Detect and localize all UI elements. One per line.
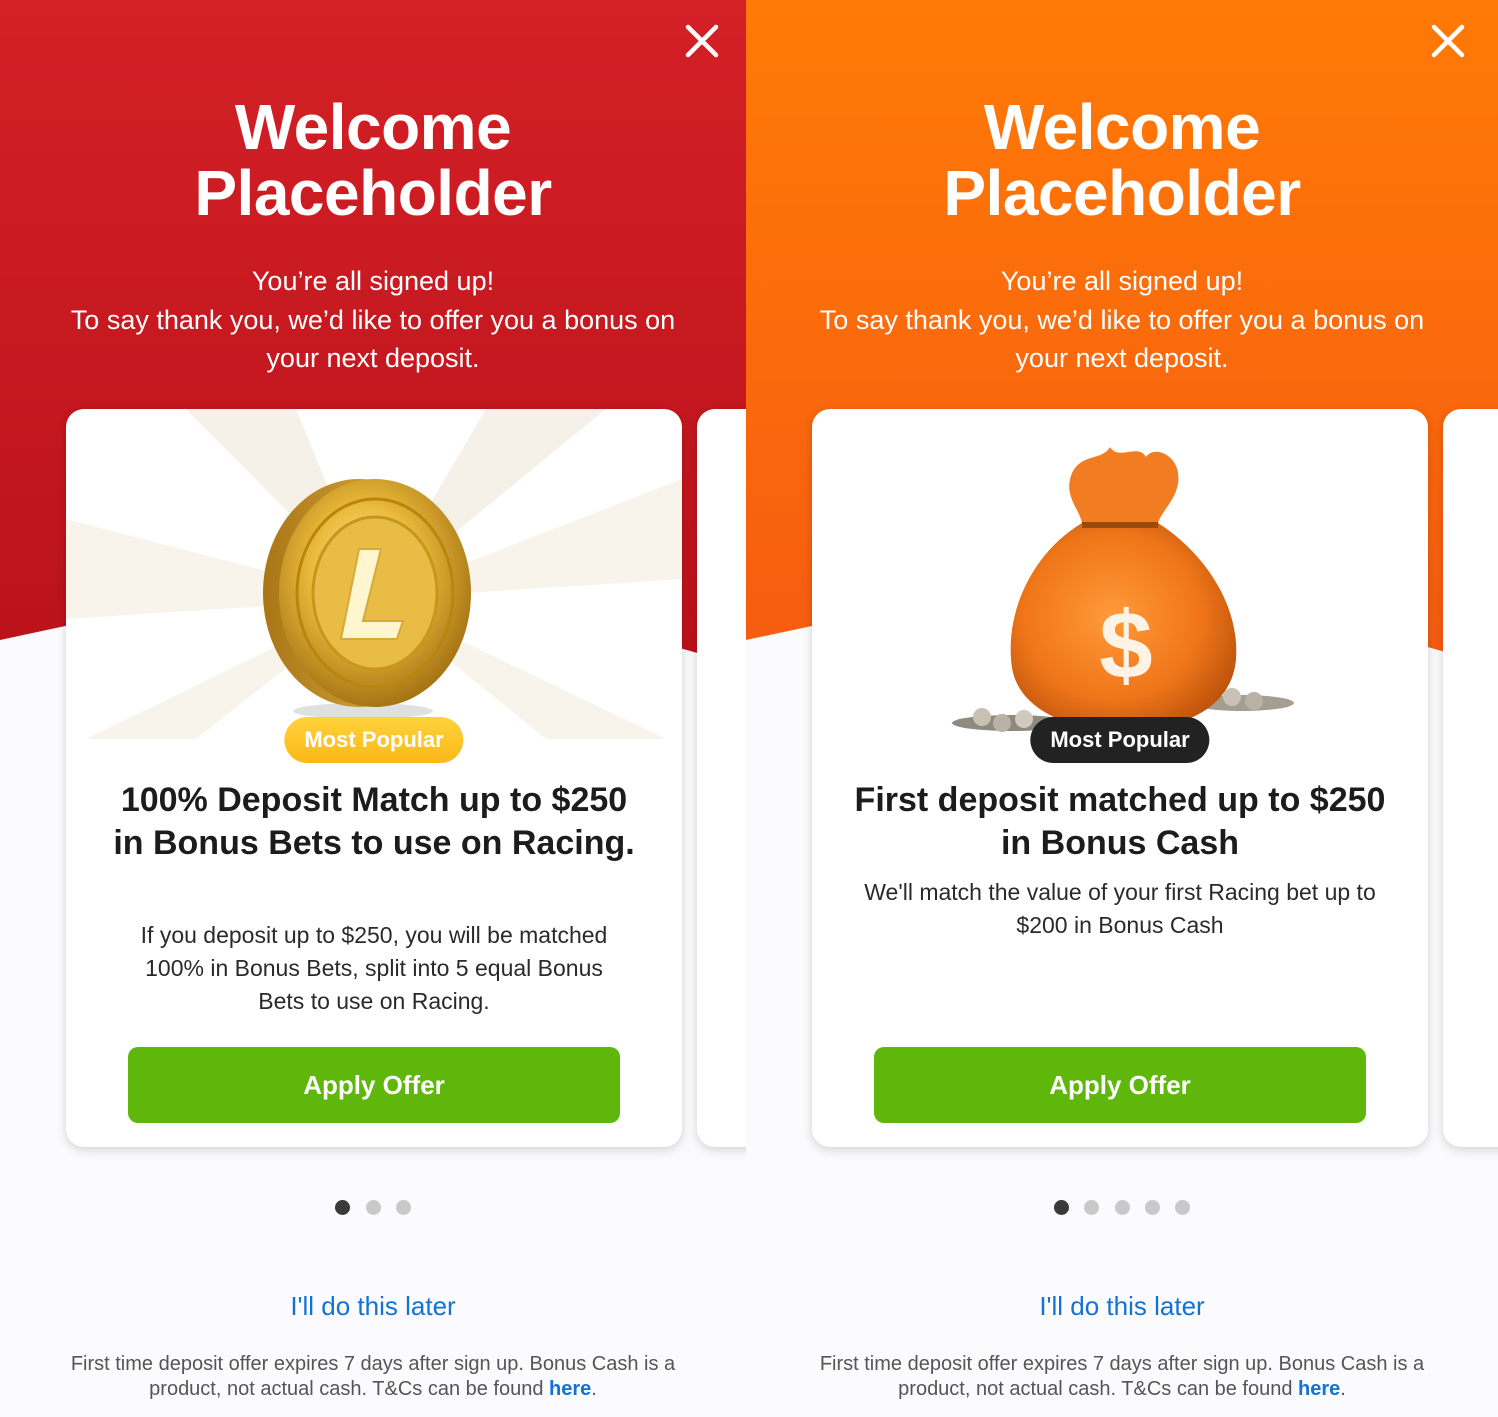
do-later-link[interactable]: I'll do this later [1039,1291,1204,1321]
title-line-2: Placeholder [943,157,1301,229]
offer-card: $ Most Popular First deposit matched up … [812,409,1428,1147]
do-later-link-container: I'll do this later [746,1290,1498,1322]
pager-dot[interactable] [395,1200,411,1215]
most-popular-badge: Most Popular [284,717,464,763]
pager-dot[interactable] [1114,1200,1130,1215]
terms-link[interactable]: here [1298,1378,1340,1400]
pager-dot[interactable] [1053,1200,1069,1215]
do-later-link[interactable]: I'll do this later [290,1291,455,1321]
offer-description: If you deposit up to $250, you will be m… [140,922,608,1014]
close-icon [685,24,719,58]
terms-footer: First time deposit offer expires 7 days … [786,1352,1458,1402]
pager-dot[interactable] [1084,1200,1100,1215]
svg-text:$: $ [1099,592,1152,699]
intro-text: You’re all signed up! To say thank you, … [786,262,1458,378]
terms-end: . [591,1378,597,1400]
intro-line-3: your next deposit. [266,343,480,373]
pager-dot[interactable] [1144,1200,1160,1215]
terms-footer: First time deposit offer expires 7 days … [40,1352,706,1402]
offer-title: First deposit matched up to $250 in Bonu… [854,781,1386,862]
money-bag-icon: $ [952,447,1294,732]
apply-offer-button[interactable]: Apply Offer [128,1047,620,1123]
intro-line-3: your next deposit. [1015,343,1229,373]
terms-end: . [1340,1378,1346,1400]
welcome-screen-left: Welcome Placeholder You’re all signed up… [0,0,746,1417]
next-offer-card-peek[interactable] [1443,409,1498,1147]
offer-title: 100% Deposit Match up to $250 in Bonus B… [113,781,635,862]
offer-card-image [66,409,682,739]
offer-card-image: $ [812,409,1428,739]
page-title: Welcome Placeholder [746,94,1498,226]
apply-offer-button[interactable]: Apply Offer [874,1047,1366,1123]
pager-dot[interactable] [1175,1200,1191,1215]
pager-dot[interactable] [335,1200,351,1215]
carousel-pager [746,1200,1498,1215]
intro-line-1: You’re all signed up! [251,266,495,296]
welcome-screen-right: Welcome Placeholder You’re all signed up… [746,0,1498,1417]
title-line-1: Welcome [983,91,1261,163]
page-title: Welcome Placeholder [0,94,746,226]
intro-text: You’re all signed up! To say thank you, … [40,262,706,378]
next-offer-card-peek[interactable] [697,409,746,1147]
most-popular-badge: Most Popular [1030,717,1210,763]
do-later-link-container: I'll do this later [0,1290,746,1322]
title-line-1: Welcome [234,91,512,163]
offer-card: Most Popular 100% Deposit Match up to $2… [66,409,682,1147]
close-icon [1431,24,1465,58]
gold-coin-icon [263,479,471,719]
title-line-2: Placeholder [194,157,552,229]
intro-line-1: You’re all signed up! [1000,266,1244,296]
intro-line-2: To say thank you, we’d like to offer you… [819,304,1425,335]
terms-link[interactable]: here [549,1378,591,1400]
pager-dot[interactable] [365,1200,381,1215]
offer-description: We'll match the value of your first Raci… [864,879,1376,938]
carousel-pager [0,1200,746,1215]
intro-line-2: To say thank you, we’d like to offer you… [70,304,676,335]
close-button[interactable] [1429,22,1467,60]
close-button[interactable] [683,22,721,60]
